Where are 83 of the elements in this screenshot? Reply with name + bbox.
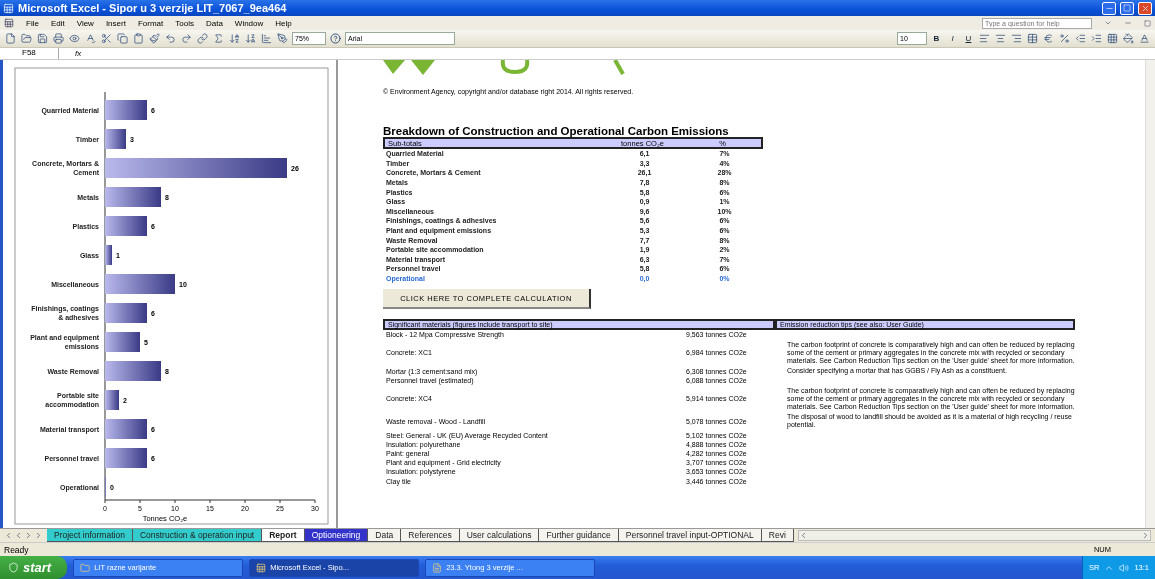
status-text: Ready (4, 544, 29, 555)
cut-button[interactable] (100, 31, 113, 46)
first-sheet-icon (4, 531, 13, 540)
menu-item[interactable]: Tools (175, 18, 194, 28)
paste-button[interactable] (132, 31, 145, 46)
undo-button[interactable] (164, 31, 177, 46)
close-icon (1140, 3, 1150, 13)
sheet-tab[interactable]: Further guidance (539, 529, 619, 542)
save-button[interactable] (36, 31, 49, 46)
bar (105, 245, 112, 265)
chart-button[interactable] (260, 31, 273, 46)
maximize-button[interactable] (1120, 1, 1134, 15)
sheet-tab[interactable]: Personnel travel input-OPTIONAL (618, 529, 762, 542)
scroll-right-icon (1141, 531, 1150, 540)
redo-button[interactable] (180, 31, 193, 46)
workbook-icon (4, 18, 14, 28)
bar (105, 187, 161, 207)
bar (105, 332, 140, 352)
menu-item[interactable]: File (26, 18, 39, 28)
fill-color-button[interactable] (1122, 31, 1135, 46)
format-button[interactable]: I (946, 31, 959, 46)
link-button[interactable] (196, 31, 209, 46)
bar (105, 129, 126, 149)
percent-button[interactable] (1058, 31, 1071, 46)
sheet-tab[interactable]: Optioneering (304, 529, 369, 542)
font-color-button[interactable] (1138, 31, 1151, 46)
bar (105, 390, 119, 410)
excel-icon (256, 562, 267, 573)
function-label[interactable]: fx (75, 49, 82, 58)
menu-item[interactable]: Edit (50, 18, 65, 28)
spelling-button[interactable] (84, 31, 97, 46)
maximize-icon (1123, 4, 1131, 12)
volume-icon (1119, 562, 1130, 573)
next-sheet-icon (24, 531, 33, 540)
bar (105, 448, 147, 468)
menu-item[interactable]: Data (205, 18, 223, 28)
new-file-button[interactable] (4, 31, 17, 46)
report-title: Breakdown of Construction and Operational Carbon Emissions (383, 125, 730, 137)
minimize-icon (1124, 19, 1132, 27)
menu-item[interactable]: View (76, 18, 94, 28)
vertical-scrollbar[interactable] (1145, 60, 1155, 528)
sheet-tab[interactable]: Construction & operation input (132, 529, 263, 542)
horizontal-scrollbar[interactable] (797, 530, 1151, 541)
merge-cells-button[interactable] (1026, 31, 1039, 46)
excel-icon (3, 2, 14, 14)
sheet-tab[interactable]: References (401, 529, 460, 542)
sheet-tab[interactable]: Report (262, 529, 305, 542)
window-title: Microsoft Excel - Sipor u 3 verzije LIT_7067_9ea464 (18, 2, 288, 14)
sum-button[interactable] (212, 31, 225, 46)
format-button[interactable]: U (962, 31, 975, 46)
dropdown-icon (1104, 19, 1112, 27)
printer-button[interactable] (52, 31, 65, 46)
bar (105, 100, 147, 120)
sheet-tab[interactable]: User calculations (459, 529, 540, 542)
borders-button[interactable] (1106, 31, 1119, 46)
sheet-tab[interactable]: Project information (47, 529, 133, 542)
copy-button[interactable] (116, 31, 129, 46)
minimize-button[interactable] (1102, 1, 1116, 15)
drawing-button[interactable] (276, 31, 289, 46)
close-button[interactable] (1138, 1, 1152, 15)
previous-sheet-icon (14, 531, 23, 540)
menu-item[interactable]: Insert (105, 18, 126, 28)
menu-item[interactable]: Help (275, 18, 292, 28)
bar (105, 419, 147, 439)
bar (105, 361, 161, 381)
bar (105, 303, 147, 323)
doc-icon (432, 562, 443, 573)
bar (105, 216, 147, 236)
format-button[interactable]: B (930, 31, 943, 46)
sort-descending-button[interactable] (244, 31, 257, 46)
format-painter-button[interactable] (148, 31, 161, 46)
sort-ascending-button[interactable] (228, 31, 241, 46)
menu-item[interactable]: Format (137, 18, 164, 28)
currency-button[interactable] (1042, 31, 1055, 46)
sheet-tab[interactable]: Revi (761, 529, 794, 542)
folder-icon (80, 562, 91, 573)
menu-item[interactable]: Window (234, 18, 264, 28)
restore-icon (1144, 19, 1151, 27)
last-sheet-icon (34, 531, 43, 540)
bar (105, 274, 175, 294)
help-button[interactable] (329, 31, 342, 46)
open-folder-button[interactable] (20, 31, 33, 46)
sheet-tab[interactable]: Data (368, 529, 402, 542)
